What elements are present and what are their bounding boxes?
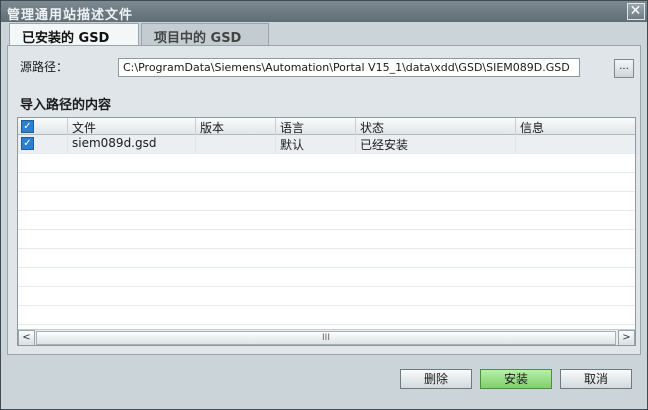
table-body: ✓ siem089d.gsd 默认 已经安装 (18, 135, 635, 329)
empty-row (18, 173, 635, 192)
source-path-label: 源路径： (20, 60, 69, 74)
window-title: 管理通用站描述文件 (7, 8, 134, 23)
table-row[interactable]: ✓ siem089d.gsd 默认 已经安装 (18, 135, 635, 154)
dialog-footer: 删除 安装 取消 (1, 357, 647, 405)
column-header-version[interactable]: 版本 (196, 118, 276, 135)
install-button[interactable]: 安装 (480, 369, 552, 389)
source-path-field[interactable]: C:\ProgramData\Siemens\Automation\Portal… (118, 58, 580, 77)
close-icon[interactable]: ✕ (627, 3, 645, 20)
empty-row (18, 211, 635, 230)
empty-row (18, 306, 635, 325)
tab-panel: 源路径： C:\ProgramData\Siemens\Automation\P… (7, 45, 641, 355)
delete-button[interactable]: 删除 (400, 369, 472, 389)
browse-button[interactable]: ... (614, 59, 634, 78)
empty-row (18, 249, 635, 268)
header-select-all-cell: ✓ (18, 118, 68, 135)
cell-file: siem089d.gsd (68, 135, 196, 154)
dialog-window: 管理通用站描述文件 ✕ 已安装的 GSD 项目中的 GSD 源路径： C:\Pr… (0, 0, 648, 410)
horizontal-scrollbar[interactable]: < III > (18, 329, 635, 345)
column-header-info[interactable]: 信息 (516, 118, 635, 135)
cell-language: 默认 (276, 135, 356, 154)
tab-installed-gsd[interactable]: 已安装的 GSD (9, 23, 139, 46)
empty-row (18, 268, 635, 287)
scroll-right-icon[interactable]: > (618, 330, 635, 345)
empty-row (18, 192, 635, 211)
empty-row (18, 287, 635, 306)
column-header-status[interactable]: 状态 (356, 118, 516, 135)
column-header-language[interactable]: 语言 (276, 118, 356, 135)
column-header-file[interactable]: 文件 (68, 118, 196, 135)
cell-info (516, 135, 635, 154)
empty-row (18, 154, 635, 173)
row-checkbox-cell: ✓ (18, 135, 68, 154)
tab-project-gsd[interactable]: 项目中的 GSD (141, 23, 269, 46)
scroll-left-icon[interactable]: < (18, 330, 35, 345)
cell-version (196, 135, 276, 154)
scroll-thumb[interactable]: III (36, 331, 616, 345)
content-section-title: 导入路径的内容 (20, 98, 112, 113)
select-all-checkbox[interactable]: ✓ (21, 120, 34, 133)
empty-row (18, 230, 635, 249)
gsd-table: ✓ 文件 版本 语言 状态 信息 ✓ siem089d.gsd 默认 已经安装 (17, 117, 636, 346)
table-header: ✓ 文件 版本 语言 状态 信息 (18, 118, 635, 135)
cancel-button[interactable]: 取消 (560, 369, 632, 389)
title-bar: 管理通用站描述文件 ✕ (1, 1, 647, 23)
cell-status: 已经安装 (356, 135, 516, 154)
row-checkbox[interactable]: ✓ (21, 137, 34, 150)
